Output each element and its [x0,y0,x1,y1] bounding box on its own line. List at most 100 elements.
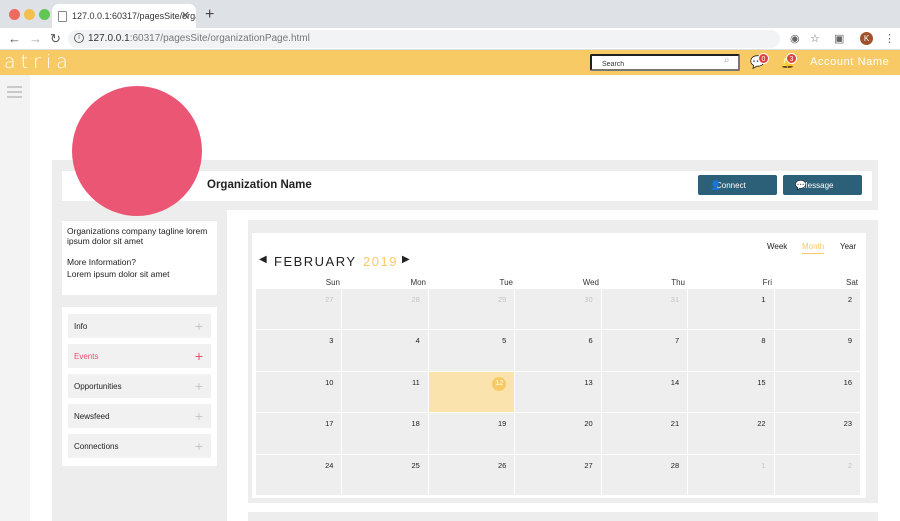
search-input[interactable] [590,54,740,71]
menu-item-connections[interactable]: Connections + [68,434,211,458]
logo[interactable]: atria [4,51,73,73]
calendar-day[interactable]: 2 [774,454,860,495]
day-number: 8 [761,336,766,346]
browser-tab-bar: 127.0.0.1:60317/pagesSite/orga ✕ + [0,0,900,28]
calendar-day[interactable]: 15 [688,371,774,413]
calendar-day[interactable]: 26 [428,454,515,495]
forward-icon[interactable]: → [29,31,42,46]
calendar-day[interactable]: 23 [774,413,860,454]
calendar-day[interactable]: 4 [342,330,428,371]
calendar-day[interactable]: 18 [342,413,428,454]
day-number: 16 [843,377,852,387]
calendar-day[interactable]: 21 [601,413,688,454]
hamburger-menu-icon[interactable] [7,86,22,88]
day-number: 19 [497,419,507,429]
view-month-tab[interactable]: Month [802,242,825,254]
day-number: 22 [757,419,766,429]
org-name: Organization Name [207,179,312,191]
menu-item-newsfeed[interactable]: Newsfeed + [68,404,211,428]
messages-badge: 0 [758,53,769,64]
menu-item-opportunities[interactable]: Opportunities + [68,374,211,398]
more-info-label: More Information? [67,257,136,267]
menu-item-label: Opportunities [74,382,122,391]
calendar-day[interactable]: 28 [601,454,688,495]
calendar-day[interactable]: 13 [515,371,601,413]
calendar-day[interactable]: 17 [256,413,342,454]
calendar-day[interactable]: 27 [515,454,601,495]
window-close-icon[interactable] [9,9,20,20]
profile-avatar[interactable]: K [860,32,873,45]
day-number: 30 [584,295,593,304]
calendar-day[interactable]: 7 [601,330,688,371]
calendar-day[interactable]: 9 [774,330,860,371]
calendar-day[interactable]: 28 [342,289,428,330]
bookmark-star-icon[interactable]: ☆ [810,32,820,45]
connect-button[interactable]: 👤 Connect [698,175,777,195]
calendar-day[interactable]: 8 [688,330,774,371]
prev-month-icon[interactable]: ◀ [259,254,267,265]
next-month-icon[interactable]: ▶ [402,254,410,265]
view-week-tab[interactable]: Week [767,242,787,251]
calendar-day[interactable]: 2 [774,289,860,330]
day-number: 26 [497,460,507,470]
day-number: 9 [847,336,852,346]
tab-close-icon[interactable]: ✕ [181,9,190,22]
browser-menu-icon[interactable]: ⋮ [884,32,895,45]
calendar-day[interactable]: 31 [601,289,688,330]
day-number: 20 [584,419,593,429]
calendar-day[interactable]: 24 [256,454,342,495]
back-icon[interactable]: ← [8,31,21,46]
day-number: 2 [847,295,852,304]
plus-icon: + [194,348,203,364]
calendar-day[interactable]: 1 [688,454,774,495]
calendar-day[interactable]: 11 [342,371,428,413]
calendar-day[interactable]: 5 [428,330,515,371]
day-number: 3 [329,336,334,346]
message-button[interactable]: 💬 Message [783,175,862,195]
plus-icon: + [194,378,203,394]
window-maximize-icon[interactable] [39,9,50,20]
extension-puzzle-icon[interactable]: ▣ [834,32,844,45]
reload-icon[interactable]: ↻ [50,31,61,47]
account-name[interactable]: Account Name [810,56,889,68]
calendar-day[interactable]: 10 [256,371,342,413]
menu-item-events[interactable]: Events + [68,344,211,368]
plus-icon: + [194,408,203,424]
menu-item-info[interactable]: Info + [68,314,211,338]
search-icon[interactable]: ⌕ [724,55,730,66]
day-number: 6 [588,336,593,346]
calendar-day[interactable]: 30 [515,289,601,330]
side-rail [0,75,30,521]
weekday-label: Tue [499,278,514,287]
extension-icon[interactable]: ◉ [790,32,800,45]
day-number: 10 [325,377,334,387]
info-icon[interactable]: i [74,33,84,43]
calendar-day[interactable]: 6 [515,330,601,371]
calendar-day[interactable]: 27 [256,289,342,330]
calendar-day[interactable]: 22 [688,413,774,454]
org-menu: Info + Events + Opportunities + Newsfeed + C… [62,307,217,466]
url-host: 127.0.0.1 [88,33,130,44]
browser-tab[interactable]: 127.0.0.1:60317/pagesSite/orga ✕ [52,4,196,28]
menu-item-label: Events [74,352,99,361]
new-tab-icon[interactable]: + [205,6,214,24]
calendar-day[interactable]: 25 [342,454,428,495]
calendar-day[interactable]: 29 [428,289,515,330]
menu-item-label: Info [74,322,88,331]
calendar-day[interactable]: 16 [774,371,860,413]
menu-item-label: Newsfeed [74,412,110,421]
calendar-day[interactable]: 20 [515,413,601,454]
window-minimize-icon[interactable] [24,9,35,20]
calendar-day[interactable]: 1 [688,289,774,330]
calendar-day-today[interactable]: 12 [428,371,515,413]
view-year-tab[interactable]: Year [840,242,856,251]
calendar-day[interactable]: 19 [428,413,515,454]
url-field[interactable]: i 127.0.0.1:60317/pagesSite/organization… [68,30,780,48]
calendar-day[interactable]: 14 [601,371,688,413]
calendar-year: 2019 [363,254,398,269]
weekday-label: Wed [582,278,599,287]
org-tagline: Organizations company tagline lorem ipsu… [67,226,208,246]
day-number: 5 [502,336,507,346]
calendar-day[interactable]: 3 [256,330,342,371]
next-section-peek [248,512,878,521]
